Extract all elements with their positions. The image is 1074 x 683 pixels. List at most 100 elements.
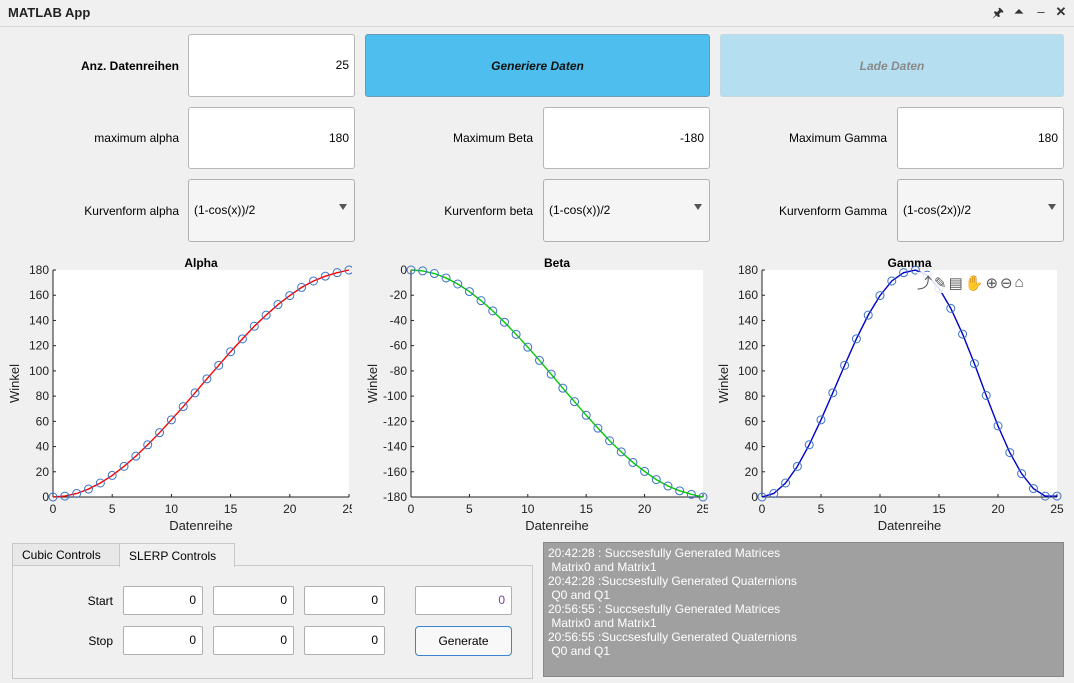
x-tick-label: 5 [466, 502, 473, 516]
curve-beta-label: Kurvenform beta [444, 204, 533, 218]
export-icon[interactable]: ⤴ [917, 272, 932, 293]
alpha-chart[interactable]: 0 5 10 15 20 25 0 20 40 60 80 100 120 140 160 180 Alpha D… [0, 254, 352, 534]
max-gamma-label: Maximum Gamma [788, 131, 887, 145]
datatip-icon[interactable]: ▤ [949, 274, 963, 292]
max-alpha-label: maximum alpha [94, 131, 179, 145]
x-axis-label: Datenreihe [525, 518, 589, 533]
stop-field-2[interactable]: 0 [213, 626, 294, 655]
stop-field-1[interactable]: 0 [123, 626, 203, 655]
log-line: Q0 and Q1 [548, 588, 611, 602]
x-tick-label: 10 [521, 502, 535, 516]
x-tick-label: 15 [224, 502, 238, 516]
log-line: Matrix0 and Matrix1 [548, 560, 657, 574]
x-tick-label: 15 [932, 502, 946, 516]
y-tick-label: 40 [36, 440, 50, 454]
count-label: Anz. Datenreihen [80, 59, 179, 73]
title-bar: MATLAB App 🖈 ⏶ – ✕ [0, 0, 1074, 27]
restore-icon[interactable]: ⏶ [1011, 4, 1027, 20]
minimize-icon[interactable]: – [1033, 4, 1049, 19]
y-tick-label: -40 [390, 313, 408, 327]
brush-icon[interactable]: ✎ [934, 274, 947, 292]
y-tick-label: -60 [390, 339, 408, 353]
y-tick-label: -160 [383, 465, 407, 479]
y-tick-label: 140 [29, 313, 49, 327]
log-line: Q0 and Q1 [548, 644, 611, 658]
pan-icon[interactable]: ✋ [965, 274, 984, 292]
y-tick-label: 80 [745, 389, 759, 403]
zoom-in-icon[interactable]: ⊕ [985, 274, 998, 292]
max-beta-label: Maximum Beta [452, 131, 533, 145]
y-tick-label: -140 [383, 440, 407, 454]
gamma-chart[interactable]: 0 5 10 15 20 25 0 20 40 60 80 100 120 140 160 180 Gamma D… [706, 254, 1068, 534]
x-tick-label: 10 [873, 502, 887, 516]
x-tick-label: 0 [759, 502, 766, 516]
y-tick-label: 40 [745, 440, 759, 454]
x-tick-label: 0 [50, 502, 57, 516]
y-tick-label: 180 [29, 263, 49, 277]
x-axis-label: Datenreihe [878, 518, 942, 533]
max-beta-field[interactable]: -180 [543, 107, 710, 169]
y-tick-label: 160 [29, 288, 49, 302]
generate-data-button[interactable]: Generiere Daten [365, 34, 710, 97]
x-tick-label: 25 [342, 502, 352, 516]
plot-area [411, 270, 703, 497]
max-gamma-field[interactable]: 180 [897, 107, 1064, 169]
chart-title: Beta [544, 256, 570, 270]
plot-area [762, 270, 1057, 497]
stop-label: Stop [88, 634, 113, 648]
y-axis-label: Winkel [365, 364, 380, 403]
y-tick-label: 20 [745, 465, 759, 479]
result-field[interactable]: 0 [415, 586, 512, 615]
x-tick-label: 0 [408, 502, 415, 516]
y-tick-label: 140 [738, 313, 758, 327]
y-tick-label: -20 [390, 288, 408, 302]
y-tick-label: 160 [738, 288, 758, 302]
stop-field-3[interactable]: 0 [304, 626, 385, 655]
y-tick-label: 100 [738, 364, 758, 378]
count-field[interactable]: 25 [188, 34, 355, 97]
y-tick-label: 60 [36, 414, 50, 428]
log-line: 20:42:28 : Succsesfully Generated Matric… [548, 546, 781, 560]
x-tick-label: 5 [109, 502, 116, 516]
curve-gamma-value: (1-cos(2x))/2 [903, 203, 972, 217]
y-tick-label: 0 [42, 490, 49, 504]
log-line: 20:56:55 :Succsesfully Generated Quatern… [548, 630, 797, 644]
pin-icon[interactable]: 🖈 [990, 4, 1006, 26]
y-axis-label: Winkel [7, 364, 22, 403]
beta-chart[interactable]: 0 5 10 15 20 250-20-40-60-80-100-120-140-160-… [356, 254, 708, 534]
y-tick-label: 100 [29, 364, 49, 378]
y-tick-label: 0 [751, 490, 758, 504]
start-field-1[interactable]: 0 [123, 586, 203, 615]
plot-area [53, 270, 349, 497]
chevron-down-icon [694, 204, 702, 210]
load-data-button[interactable]: Lade Daten [720, 34, 1064, 97]
start-field-2[interactable]: 0 [213, 586, 294, 615]
chevron-down-icon [1048, 204, 1056, 210]
home-icon[interactable]: ⌂ [1015, 274, 1024, 291]
generate-button[interactable]: Generate [415, 626, 512, 656]
y-tick-label: 60 [745, 414, 759, 428]
axes-toolbar: ⤴ ✎ ▤ ✋ ⊕ ⊖ ⌂ [917, 272, 1026, 293]
tab-slerp-controls[interactable]: SLERP Controls [119, 543, 235, 567]
max-alpha-field[interactable]: 180 [188, 107, 355, 169]
x-tick-label: 25 [1050, 502, 1064, 516]
curve-beta-value: (1-cos(x))/2 [549, 203, 611, 217]
curve-gamma-label: Kurvenform Gamma [778, 204, 887, 218]
y-tick-label: 180 [738, 263, 758, 277]
y-tick-label: 0 [400, 263, 407, 277]
zoom-out-icon[interactable]: ⊖ [1000, 274, 1013, 292]
curve-beta-dropdown[interactable]: (1-cos(x))/2 [543, 179, 710, 242]
x-tick-label: 20 [638, 502, 652, 516]
tab-cubic-controls[interactable]: Cubic Controls [12, 543, 120, 566]
start-field-3[interactable]: 0 [304, 586, 385, 615]
close-icon[interactable]: ✕ [1053, 4, 1069, 20]
chevron-down-icon [339, 204, 347, 210]
y-tick-label: 120 [738, 339, 758, 353]
curve-alpha-value: (1-cos(x))/2 [194, 203, 256, 217]
y-axis-label: Winkel [716, 364, 731, 403]
y-tick-label: 120 [29, 339, 49, 353]
curve-alpha-dropdown[interactable]: (1-cos(x))/2 [188, 179, 355, 242]
app-title: MATLAB App [8, 5, 91, 20]
x-axis-label: Datenreihe [169, 518, 233, 533]
curve-gamma-dropdown[interactable]: (1-cos(2x))/2 [897, 179, 1064, 242]
